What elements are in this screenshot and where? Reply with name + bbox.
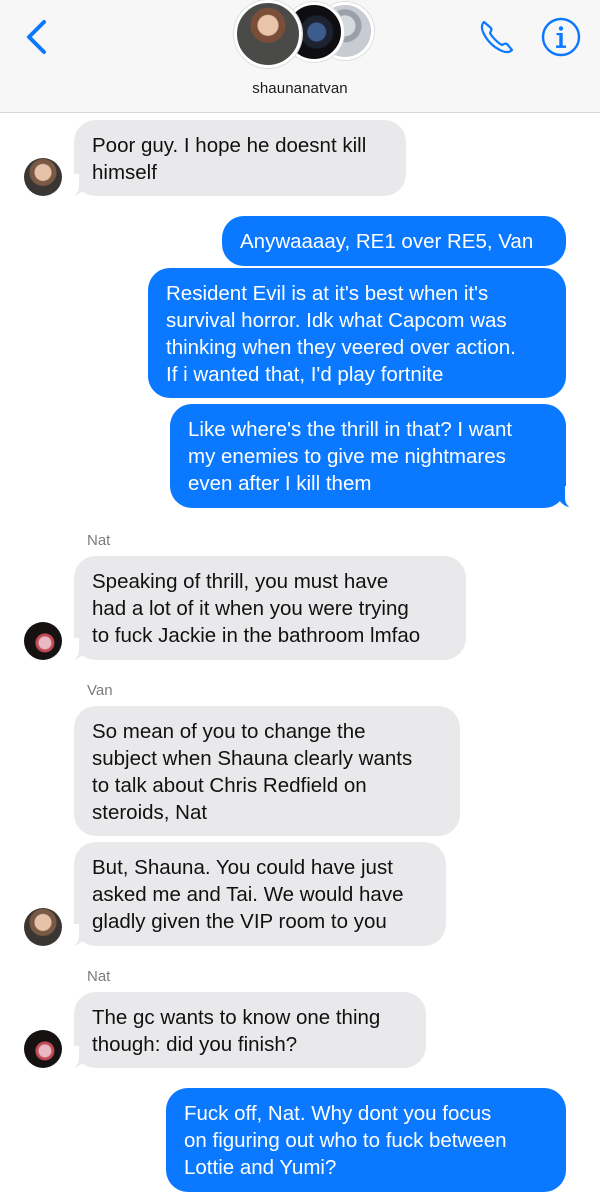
avatar[interactable]	[24, 158, 62, 196]
outgoing-message[interactable]: Resident Evil is at it's best when it's …	[148, 268, 566, 398]
message-line: on figuring out who to fuck between	[184, 1129, 507, 1152]
message-line: my enemies to give me nightmares	[188, 445, 506, 468]
message-line: survival horror. Idk what Capcom was	[166, 309, 507, 332]
contact-name[interactable]: shaunanatvan	[0, 80, 600, 97]
bubble-tail	[556, 486, 579, 510]
back-button[interactable]	[20, 16, 60, 60]
message-line: subject when Shauna clearly wants	[92, 747, 413, 770]
message-line: to fuck Jackie in the bathroom lmfao	[92, 624, 421, 647]
message-line: Resident Evil is at it's best when it's	[166, 282, 489, 305]
message-line: If i wanted that, I'd play fortnite	[166, 363, 444, 386]
message-line: thinking when they veered over action.	[166, 336, 516, 359]
message-line: Anywaaaay, RE1 over RE5, Van	[240, 230, 534, 253]
message-line: Speaking of thrill, you must have	[92, 570, 389, 593]
message-line: to talk about Chris Redfield on	[92, 774, 367, 797]
incoming-message[interactable]: So mean of you to change the subject whe…	[74, 706, 460, 836]
message-line: steroids, Nat	[92, 801, 208, 824]
call-button[interactable]	[474, 14, 520, 60]
avatar[interactable]	[24, 1030, 62, 1068]
conversation-header: shaunanatvan	[0, 0, 600, 113]
group-avatar-1	[234, 0, 302, 68]
sender-name: Nat	[87, 968, 111, 985]
message-line: The gc wants to know one thing	[92, 1006, 381, 1029]
message-line: Like where's the thrill in that? I want	[188, 418, 513, 441]
avatar[interactable]	[24, 908, 62, 946]
back-chevron-icon	[27, 20, 46, 54]
info-button[interactable]	[540, 16, 582, 58]
outgoing-message[interactable]: Like where's the thrill in that? I want …	[170, 404, 566, 508]
info-icon	[541, 17, 581, 57]
incoming-message[interactable]: Speaking of thrill, you must have had a …	[74, 556, 466, 660]
sender-name: Nat	[87, 532, 111, 549]
sender-name: Van	[87, 682, 113, 699]
incoming-message[interactable]: The gc wants to know one thing though: d…	[74, 992, 426, 1068]
message-line: Poor guy. I hope he doesnt kill	[92, 134, 367, 157]
outgoing-message[interactable]: Anywaaaay, RE1 over RE5, Van	[222, 216, 566, 266]
message-line: himself	[92, 161, 157, 184]
message-line: So mean of you to change the	[92, 720, 366, 743]
outgoing-message[interactable]: Fuck off, Nat. Why dont you focus on fig…	[166, 1088, 566, 1192]
message-line: Lottie and Yumi?	[184, 1156, 337, 1179]
incoming-message[interactable]: But, Shauna. You could have just asked m…	[74, 842, 446, 946]
message-line: But, Shauna. You could have just	[92, 856, 393, 879]
message-line: asked me and Tai. We would have	[92, 883, 404, 906]
avatar[interactable]	[24, 622, 62, 660]
incoming-message[interactable]: Poor guy. I hope he doesnt kill himself	[74, 120, 406, 196]
group-avatar-stack[interactable]	[232, 0, 374, 68]
message-line: gladly given the VIP room to you	[92, 910, 387, 933]
phone-icon	[480, 20, 514, 54]
message-line: had a lot of it when you were trying	[92, 597, 409, 620]
message-line: even after I kill them	[188, 472, 372, 495]
message-line: Fuck off, Nat. Why dont you focus	[184, 1102, 492, 1125]
message-line: though: did you finish?	[92, 1033, 298, 1056]
